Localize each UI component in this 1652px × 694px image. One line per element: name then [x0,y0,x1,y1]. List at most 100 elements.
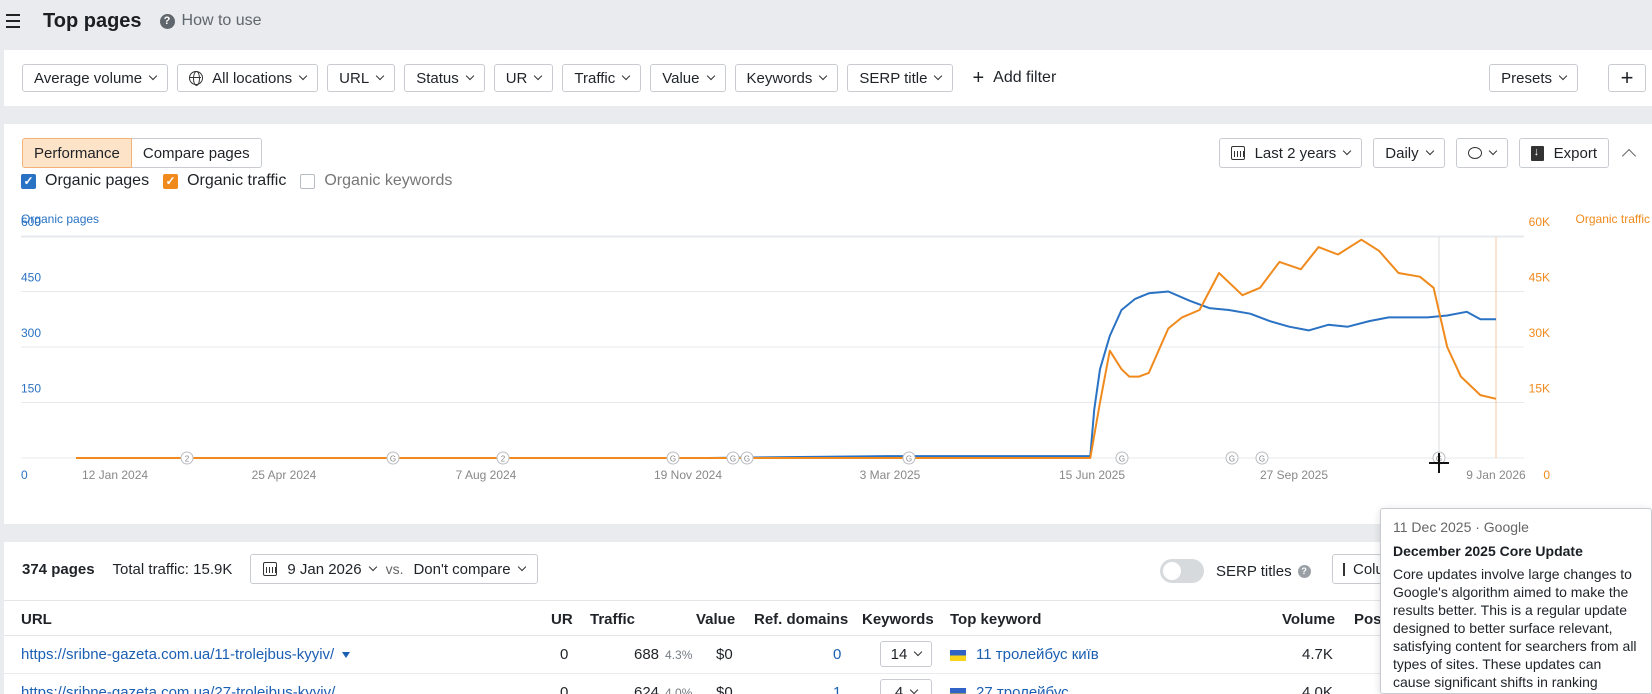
y-tick-label: 300 [21,326,41,340]
pages-count: 374 pages [22,560,95,578]
help-icon: ? [1297,564,1311,578]
top-keyword-link[interactable]: 27 тролейбус [976,684,1069,694]
chevron-down-icon [934,71,943,81]
menu-icon[interactable] [6,14,20,28]
question-icon: ? [159,13,175,29]
presets-label: Presets [1501,69,1552,87]
event-marker-label: G [1119,455,1125,464]
chevron-down-icon [465,71,474,81]
row-keywords-button[interactable]: 14 [880,641,932,667]
row-ref-domains[interactable]: 1 [833,684,841,694]
event-marker-label: G [670,455,676,464]
serp-titles-label: SERP titles [1216,562,1292,580]
filter-label: Average volume [34,69,143,87]
vs-label: vs. [385,561,404,577]
compare-label: Don't compare [413,560,511,578]
add-filter-button[interactable]: + Add filter [972,68,1056,88]
add-filter-label: Add filter [993,69,1057,86]
top-keyword-link[interactable]: 11 тролейбус київ [976,646,1099,663]
performance-chart[interactable]: 0 150 300 450 600 0 15K 30K 45K 60K 12 Jan 2024 25 … [4,124,1652,524]
row-volume: 4.7K [1302,646,1333,663]
filter-value[interactable]: Value [650,64,726,92]
row-ur: 0 [560,646,569,663]
add-preset-button[interactable]: + [1608,64,1646,92]
filter-label: Keywords [746,69,813,87]
header-keywords[interactable]: Keywords [862,611,934,628]
row-top-keyword[interactable]: 11 тролейбус київ [950,646,1099,663]
chevron-down-icon [1558,71,1568,81]
url-link[interactable]: https://sribne-gazeta.com.ua/11-trolejbu… [21,646,334,663]
table-summary: 374 pages Total traffic: 15.9K 9 Jan 202… [22,554,538,584]
chevron-down-icon [368,562,377,572]
y2-tick-label: 60K [1529,215,1550,229]
header-value[interactable]: Value [696,611,735,628]
x-tick-label: 25 Apr 2024 [252,468,317,482]
x-tick-label: 15 Jun 2025 [1059,468,1125,482]
row-value: $0 [716,684,733,694]
filter-traffic[interactable]: Traffic [562,64,642,92]
series-line-organic-pages [76,290,1496,459]
row-value: $0 [716,646,733,663]
keywords-count: 4 [894,683,904,694]
x-tick-label: 3 Mar 2025 [860,468,921,482]
filter-ur[interactable]: UR [493,64,554,92]
chevron-down-icon [706,71,715,81]
filter-label: All locations [212,69,293,87]
chevron-down-icon [517,562,526,572]
row-url[interactable]: https://sribne-gazeta.com.ua/27-trolejbu… [21,684,335,694]
filter-url[interactable]: URL [327,64,396,92]
filter-average-volume[interactable]: Average volume [22,64,169,92]
page-title: Top pages [43,9,142,32]
row-ref-domains[interactable]: 0 [833,646,841,663]
filter-label: Status [416,69,459,87]
filter-label: Value [662,69,700,87]
toggle-switch[interactable] [1160,559,1204,583]
url-link[interactable]: https://sribne-gazeta.com.ua/27-trolejbu… [21,684,335,694]
filter-label: SERP title [859,69,928,87]
row-url[interactable]: https://sribne-gazeta.com.ua/11-trolejbu… [21,646,351,663]
row-keywords-button[interactable]: 4 [880,679,932,694]
row-traffic: 688 4.3% [634,646,692,663]
y2-tick-label: 0 [1543,468,1550,482]
event-marker-label: G [906,455,912,464]
series-line-organic-traffic [76,238,1497,459]
chevron-down-icon [534,71,543,81]
y2-tick-label: 45K [1529,271,1550,285]
x-tick-label: 12 Jan 2024 [82,468,148,482]
serp-titles-toggle[interactable]: SERP titles ? [1160,559,1311,583]
presets-button[interactable]: Presets [1489,64,1578,92]
filter-locations[interactable]: All locations [177,64,319,92]
columns-icon [1343,562,1345,576]
header-ref-domains[interactable]: Ref. domains [754,611,848,628]
header-ur[interactable]: UR [551,611,573,628]
event-marker-label: G [390,455,396,464]
keywords-count: 14 [890,645,908,663]
chevron-down-icon [819,71,828,81]
row-top-keyword[interactable]: 27 тролейбус [950,684,1069,694]
event-marker-label: G [1229,455,1235,464]
traffic-value: 624 [634,684,660,694]
plus-icon: + [972,67,985,89]
x-tick-label: 7 Aug 2024 [456,468,517,482]
date-label: 9 Jan 2026 [287,560,362,578]
event-marker-label: G [1259,455,1265,464]
header-volume[interactable]: Volume [1282,611,1335,628]
filter-keywords[interactable]: Keywords [734,64,839,92]
header-url[interactable]: URL [21,611,52,628]
event-marker-label: G [730,455,736,464]
header-traffic[interactable]: Traffic [590,611,635,628]
date-compare-button[interactable]: 9 Jan 2026 vs. Don't compare [250,554,538,584]
tooltip-body: Core updates involve large changes to Go… [1393,566,1637,690]
how-to-use-link[interactable]: ? How to use [159,12,262,30]
filter-label: UR [505,69,528,87]
caret-down-icon[interactable] [342,652,351,659]
header-top-keyword[interactable]: Top keyword [950,611,1041,628]
y-tick-label: 450 [21,271,41,285]
x-tick-label: 19 Nov 2024 [654,468,722,482]
traffic-share: 4.3% [665,648,693,662]
filter-serp-title[interactable]: SERP title [847,64,954,92]
filter-status[interactable]: Status [404,64,485,92]
chevron-down-icon [148,71,158,81]
chevron-down-icon [909,685,919,694]
how-to-use-label: How to use [181,12,262,29]
